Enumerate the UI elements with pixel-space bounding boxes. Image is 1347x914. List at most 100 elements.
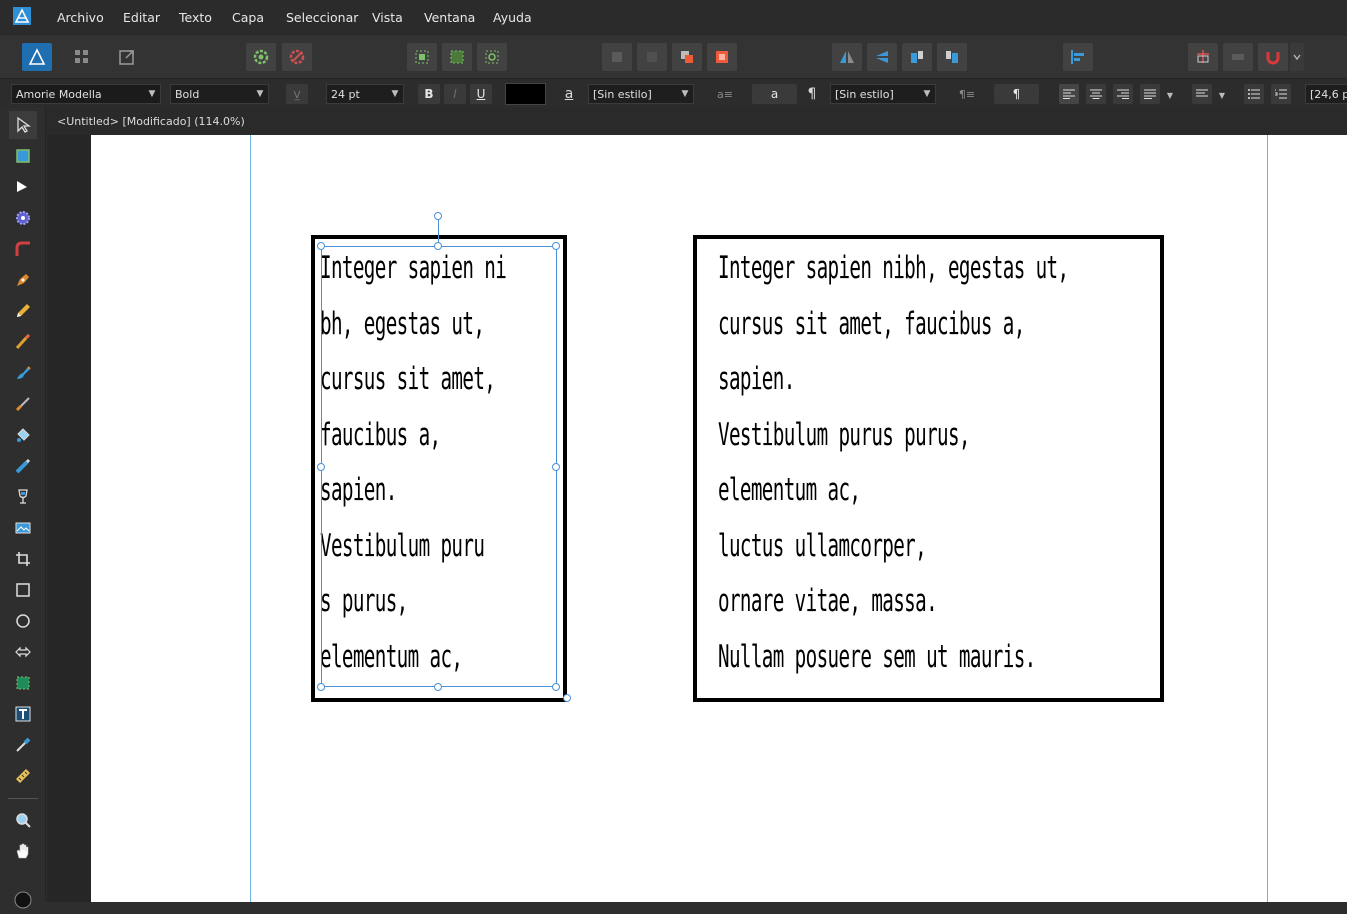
frame-overflow-handle[interactable] [563, 694, 571, 702]
snap-options-dropdown[interactable] [1290, 43, 1304, 71]
paint-brush-tool[interactable] [9, 390, 37, 418]
move-front-button[interactable] [707, 43, 737, 71]
font-family-select[interactable]: Amorie Modella ▼ [11, 84, 161, 104]
resize-handle-right[interactable] [552, 463, 560, 471]
vector-brush-tool[interactable] [9, 328, 37, 356]
vertical-align-dropdown[interactable]: ▼ [1215, 84, 1229, 104]
transparency-tool[interactable] [9, 452, 37, 480]
pencil-tool[interactable] [9, 297, 37, 325]
pen-tool[interactable] [9, 266, 37, 294]
menu-editar[interactable]: Editar [123, 10, 160, 25]
double-arrow-icon [15, 646, 31, 658]
resize-handle-top[interactable] [434, 242, 442, 250]
resize-handle-bottom[interactable] [434, 683, 442, 691]
menu-ayuda[interactable]: Ayuda [493, 10, 532, 25]
chevron-down-icon: ▼ [681, 89, 689, 99]
menu-texto[interactable]: Texto [179, 10, 212, 25]
rotate-left-button[interactable] [902, 43, 932, 71]
align-right-button[interactable] [1113, 84, 1133, 104]
character-style-select[interactable]: [Sin estilo] ▼ [588, 84, 694, 104]
resize-handle-bottom-left[interactable] [317, 683, 325, 691]
menu-ventana[interactable]: Ventana [424, 10, 475, 25]
vertical-align-button[interactable] [1192, 84, 1212, 104]
align-left-button[interactable] [1059, 84, 1079, 104]
align-center-button[interactable] [1086, 84, 1106, 104]
measure-tool[interactable] [9, 762, 37, 790]
font-size-select[interactable]: 24 pt ▼ [326, 84, 404, 104]
ellipse-tool[interactable] [9, 607, 37, 635]
rotation-handle[interactable] [434, 212, 442, 220]
resize-handle-top-left[interactable] [317, 242, 325, 250]
photo-persona-button[interactable] [67, 43, 97, 71]
text-frame-right-content[interactable]: Integer sapien nibh, egestas ut, cursus … [718, 241, 1164, 685]
wine-glass-icon [18, 489, 28, 504]
move-backward-button[interactable] [637, 43, 667, 71]
snap-magnet-button[interactable] [1258, 43, 1288, 71]
font-style-select[interactable]: Bold ▼ [170, 84, 269, 104]
rotate-right-button[interactable] [937, 43, 967, 71]
hand-tool[interactable] [9, 837, 37, 865]
insert-picture-frame-button[interactable] [442, 43, 472, 71]
affinity-publisher-logo-icon[interactable] [12, 6, 32, 26]
move-back-button[interactable] [602, 43, 632, 71]
rectangle-tool[interactable] [9, 576, 37, 604]
crop-tool[interactable] [9, 545, 37, 573]
resize-handle-top-right[interactable] [552, 242, 560, 250]
place-image-tool[interactable] [9, 483, 37, 511]
fill-bucket-tool[interactable] [9, 421, 37, 449]
resize-handle-left[interactable] [317, 463, 325, 471]
move-forward-button[interactable] [672, 43, 702, 71]
bold-button[interactable]: B [418, 84, 440, 104]
numbered-list-button[interactable] [1271, 84, 1291, 104]
text-color-swatch[interactable] [505, 83, 546, 105]
tracking-button[interactable]: V̲ [286, 84, 308, 104]
snapping-button[interactable] [282, 43, 312, 71]
bullet-list-button[interactable] [1244, 84, 1264, 104]
color-wheel-tool[interactable] [9, 886, 37, 914]
text-frame-toggle-button[interactable] [1223, 43, 1253, 71]
frame-text-tool[interactable] [9, 700, 37, 728]
node-tool[interactable] [9, 173, 37, 201]
align-button[interactable] [1063, 43, 1093, 71]
menu-bar: Archivo Editar Texto Capa Seleccionar Vi… [0, 0, 1347, 34]
zoom-tool[interactable] [9, 806, 37, 834]
menu-archivo[interactable]: Archivo [57, 10, 104, 25]
move-tool[interactable] [9, 111, 37, 139]
double-arrow-tool[interactable] [9, 638, 37, 666]
insert-link-button[interactable] [477, 43, 507, 71]
table-tool[interactable] [9, 204, 37, 232]
justify-options-dropdown[interactable]: ▼ [1163, 84, 1177, 104]
insert-frame-button[interactable] [407, 43, 437, 71]
flip-horizontal-button[interactable] [832, 43, 862, 71]
fill-tool[interactable] [9, 359, 37, 387]
style-options-icon: a≡ [717, 88, 733, 101]
paragraph-a-button[interactable]: a [752, 84, 797, 104]
paragraph-button[interactable]: ¶ [994, 84, 1039, 104]
underline-button[interactable]: U [470, 84, 492, 104]
paragraph-style-options-button[interactable]: ¶≡ [954, 84, 980, 104]
pencil-icon [17, 304, 30, 317]
leading-field[interactable]: [24,6 pt [1305, 84, 1347, 104]
italic-button[interactable]: I [444, 84, 466, 104]
justify-button[interactable] [1140, 84, 1160, 104]
menu-seleccionar[interactable]: Seleccionar [286, 10, 358, 25]
ellipse-icon [16, 614, 30, 628]
publisher-persona-button[interactable] [22, 43, 52, 71]
frame-tool[interactable] [9, 142, 37, 170]
menu-capa[interactable]: Capa [232, 10, 264, 25]
menu-vista[interactable]: Vista [372, 10, 403, 25]
rotate-right-icon [946, 51, 958, 63]
picture-frame-tool[interactable] [9, 514, 37, 542]
document-tab-title[interactable]: <Untitled> [Modificado] (114.0%) [57, 115, 245, 128]
corner-tool[interactable] [9, 235, 37, 263]
resize-handle-bottom-right[interactable] [552, 683, 560, 691]
pasteboard [47, 135, 91, 902]
settings-button[interactable] [246, 43, 276, 71]
character-style-options-button[interactable]: a≡ [712, 84, 738, 104]
export-persona-button[interactable] [112, 43, 142, 71]
baseline-grid-button[interactable] [1188, 43, 1218, 71]
flip-vertical-button[interactable] [867, 43, 897, 71]
paragraph-style-select[interactable]: [Sin estilo] ▼ [830, 84, 936, 104]
color-picker-tool[interactable] [9, 731, 37, 759]
artistic-text-tool[interactable] [9, 669, 37, 697]
